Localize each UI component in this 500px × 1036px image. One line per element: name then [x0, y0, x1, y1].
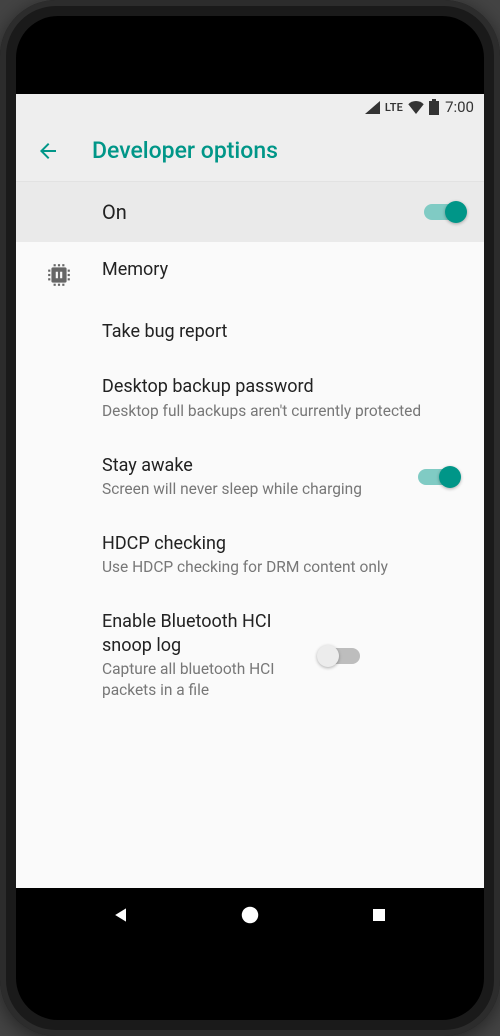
master-toggle-label: On: [102, 200, 424, 224]
bt-hci-switch[interactable]: [320, 648, 360, 664]
item-subtitle: Use HDCP checking for DRM content only: [102, 557, 458, 578]
network-label: LTE: [385, 101, 403, 114]
item-title: HDCP checking: [102, 532, 458, 555]
list-item-stay-awake[interactable]: Stay awake Screen will never sleep while…: [16, 438, 484, 516]
item-subtitle: Capture all bluetooth HCI packets in a f…: [102, 659, 304, 701]
signal-icon: [365, 101, 380, 114]
item-title: Stay awake: [102, 454, 406, 477]
item-title: Memory: [102, 258, 458, 281]
item-subtitle: Screen will never sleep while charging: [102, 479, 406, 500]
circle-home-icon: [239, 904, 261, 926]
master-toggle-switch[interactable]: [424, 204, 464, 220]
item-title: Enable Bluetooth HCI snoop log: [102, 610, 304, 657]
triangle-back-icon: [111, 905, 131, 925]
master-toggle-row[interactable]: On: [16, 182, 484, 242]
item-subtitle: Desktop full backups aren't currently pr…: [102, 401, 458, 422]
settings-list: Memory Take bug report Desktop backup pa…: [16, 242, 484, 888]
screen: LTE 7:00 Developer options On: [16, 94, 484, 942]
list-item-bug-report[interactable]: Take bug report: [16, 304, 484, 359]
arrow-back-icon: [36, 139, 60, 163]
square-recents-icon: [370, 906, 388, 924]
nav-back-button[interactable]: [107, 901, 135, 929]
device-bezel: LTE 7:00 Developer options On: [16, 16, 484, 1020]
item-title: Desktop backup password: [102, 375, 458, 398]
clock: 7:00: [445, 98, 474, 116]
page-title: Developer options: [92, 137, 278, 164]
item-title: Take bug report: [102, 320, 458, 343]
navigation-bar: [16, 888, 484, 942]
wifi-icon: [407, 100, 425, 114]
status-bar: LTE 7:00: [16, 94, 484, 120]
nav-recents-button[interactable]: [365, 901, 393, 929]
back-button[interactable]: [34, 137, 62, 165]
list-item-bt-hci[interactable]: Enable Bluetooth HCI snoop log Capture a…: [16, 594, 484, 717]
device-frame: LTE 7:00 Developer options On: [0, 0, 500, 1036]
battery-icon: [429, 99, 439, 115]
app-bar: Developer options: [16, 120, 484, 182]
list-item-desktop-backup[interactable]: Desktop backup password Desktop full bac…: [16, 359, 484, 437]
list-item-memory[interactable]: Memory: [16, 242, 484, 304]
chip-icon: [46, 262, 72, 288]
list-item-hdcp[interactable]: HDCP checking Use HDCP checking for DRM …: [16, 516, 484, 594]
stay-awake-switch[interactable]: [418, 469, 458, 485]
nav-home-button[interactable]: [236, 901, 264, 929]
